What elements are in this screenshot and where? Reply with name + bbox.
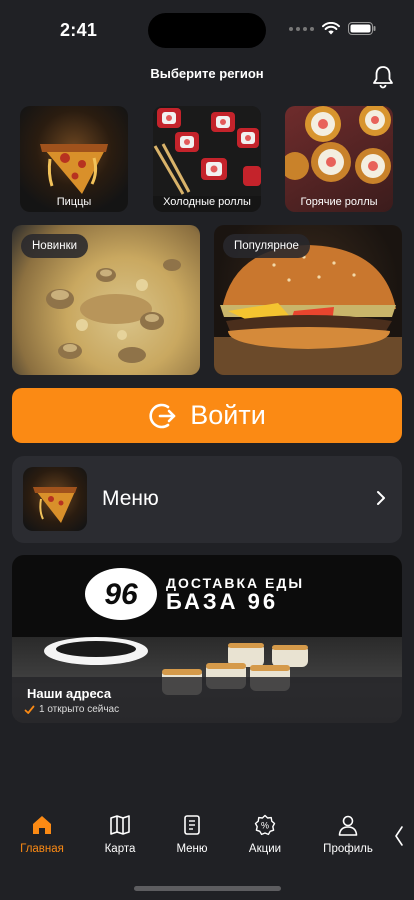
cold-rolls-image [153, 106, 261, 196]
home-icon [33, 816, 51, 834]
brand-line-2: БАЗА 96 [166, 589, 279, 614]
login-icon [149, 403, 176, 428]
chevron-left-icon[interactable] [394, 825, 404, 847]
category-hot-rolls[interactable]: Горячие роллы [285, 106, 393, 212]
tab-menu[interactable]: Меню [157, 812, 227, 855]
addresses-status-text: 1 открыто сейчас [39, 704, 120, 715]
tab-bar: Главная Карта Меню % Акции Профиль [0, 812, 414, 862]
tab-map[interactable]: Карта [85, 812, 155, 855]
tab-label: Меню [176, 843, 208, 855]
battery-icon [348, 22, 376, 35]
map-icon [110, 815, 130, 835]
addresses-card[interactable]: 96 ДОСТАВКА ЕДЫ БАЗА 96 Наши адреса 1 от… [12, 555, 402, 723]
svg-text:%: % [261, 821, 269, 831]
hot-rolls-image [285, 106, 391, 184]
signal-dots-icon [289, 26, 314, 31]
featured-popular[interactable]: Популярное [214, 225, 402, 375]
featured-label: Популярное [223, 234, 310, 258]
brand-96-logo: 96 [85, 568, 157, 620]
pizza-slice-image [40, 144, 108, 194]
bell-icon[interactable] [370, 64, 396, 90]
menu-book-icon [184, 815, 200, 835]
status-icons [289, 22, 376, 35]
tab-label: Профиль [323, 843, 373, 855]
addresses-title: Наши адреса [27, 686, 112, 701]
category-pizza[interactable]: Пиццы [20, 106, 128, 212]
addresses-status: 1 открыто сейчас [24, 704, 119, 715]
wifi-icon [322, 22, 340, 35]
page-title[interactable]: Выберите регион [0, 66, 414, 81]
menu-thumbnail [23, 467, 87, 531]
login-button[interactable]: Войти [12, 388, 402, 443]
tab-promotions[interactable]: % Акции [230, 812, 300, 855]
tab-home[interactable]: Главная [7, 812, 77, 855]
category-cold-rolls[interactable]: Холодные роллы [153, 106, 261, 212]
check-icon [24, 705, 35, 714]
profile-icon [338, 815, 358, 836]
dynamic-island [148, 13, 266, 48]
category-label: Горячие роллы [300, 196, 378, 208]
menu-card[interactable]: Меню [12, 456, 402, 543]
home-indicator [134, 886, 281, 891]
login-label: Войти [190, 400, 266, 430]
status-time: 2:41 [60, 20, 98, 40]
brand-logo: 96 ДОСТАВКА ЕДЫ БАЗА 96 [84, 567, 304, 621]
category-label: Холодные роллы [163, 196, 251, 208]
status-bar: 2:41 [0, 0, 414, 56]
category-label: Пиццы [56, 196, 92, 208]
logo-text: 96 [104, 578, 138, 611]
discount-icon: % [254, 814, 276, 836]
chevron-right-icon [377, 491, 385, 505]
tab-label: Главная [20, 843, 64, 855]
menu-label: Меню [102, 487, 159, 510]
featured-label: Новинки [21, 234, 89, 258]
tab-label: Акции [248, 843, 282, 855]
tab-profile[interactable]: Профиль [313, 812, 383, 855]
pizza-slice-image [33, 487, 77, 523]
tab-label: Карта [104, 843, 136, 855]
featured-new[interactable]: Новинки [12, 225, 200, 375]
